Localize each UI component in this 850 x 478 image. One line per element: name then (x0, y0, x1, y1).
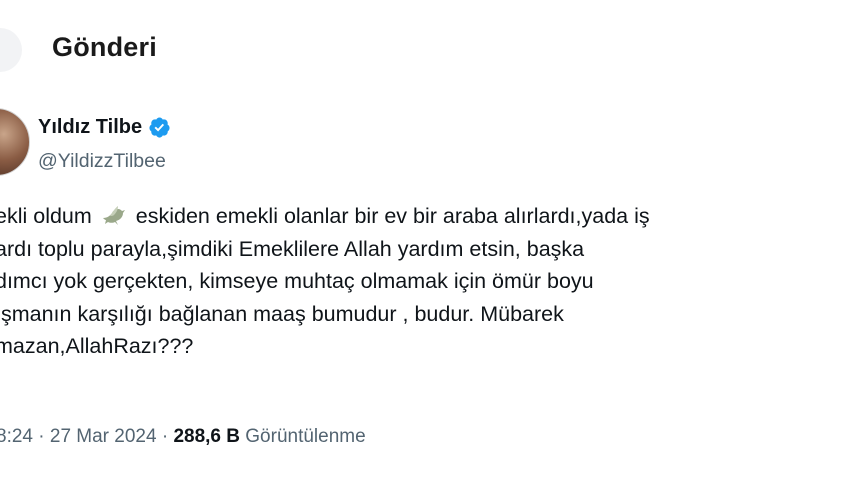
tweet-time[interactable]: 8:24 (0, 426, 33, 447)
author-name-row[interactable]: Yıldız Tilbe (38, 116, 171, 139)
verified-badge-icon (149, 117, 170, 138)
tweet-text: ekli oldum eskiden emekli olanlar bir ev… (0, 200, 850, 363)
tweet-line: mazan,AllahRazı??? (0, 334, 194, 359)
tweet-line: dımcı yok gerçekten, kimseye muhtaç olma… (0, 269, 594, 294)
dove-icon (102, 206, 125, 225)
views-count: 288,6 B (173, 426, 240, 447)
tweet-line: ekli oldum eskiden emekli olanlar bir ev… (0, 200, 850, 233)
page-title: Gönderi (52, 32, 157, 62)
author-handle[interactable]: @YildizzTilbee (38, 150, 166, 173)
tweet-line-text: ekli oldum (0, 204, 92, 228)
back-button[interactable] (0, 28, 22, 72)
display-name[interactable]: Yıldız Tilbe (38, 116, 142, 139)
tweet-line: ardı toplu parayla,şimdiki Emeklilere Al… (0, 236, 585, 261)
meta-separator: · (38, 426, 45, 447)
views-label: Görüntülenme (245, 426, 366, 447)
tweet-line-text: eskiden emekli olanlar bir ev bir araba … (135, 204, 650, 228)
tweet-line: ışmanın karşılığı bağlanan maaş bumudur … (0, 301, 564, 326)
meta-separator: · (161, 426, 169, 447)
tweet-date[interactable]: 27 Mar 2024 (50, 426, 157, 447)
avatar[interactable] (0, 108, 30, 176)
tweet-metadata: 8:24 · 27 Mar 2024 · 288,6 B Görüntülenm… (0, 426, 366, 448)
